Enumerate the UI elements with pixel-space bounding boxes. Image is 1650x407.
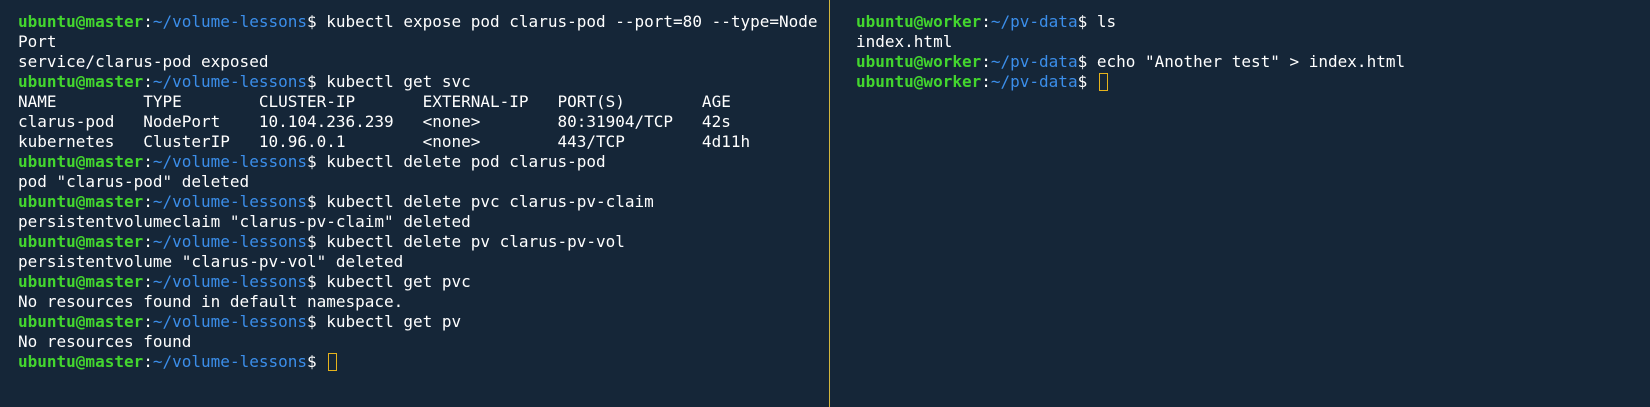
command-text: kubectl get pvc: [326, 272, 471, 291]
command-text: kubectl delete pvc clarus-pv-claim: [326, 192, 654, 211]
command-text: kubectl get svc: [326, 72, 471, 91]
prompt-symbol: $: [307, 152, 327, 171]
output-line: NAME TYPE CLUSTER-IP EXTERNAL-IP PORT(S)…: [18, 92, 731, 111]
prompt-user-host: ubuntu@master: [18, 12, 144, 31]
output-line: clarus-pod NodePort 10.104.236.239 <none…: [18, 112, 731, 131]
prompt-line: ubuntu@master:~/volume-lessons$ kubectl …: [18, 152, 824, 172]
output-line: Port: [18, 32, 57, 51]
prompt-symbol: $: [307, 272, 327, 291]
prompt-symbol: $: [307, 352, 327, 371]
prompt-separator: :: [143, 232, 153, 251]
command-text: ls: [1096, 12, 1117, 31]
prompt-line: ubuntu@master:~/volume-lessons$ kubectl …: [18, 272, 824, 292]
output-line: service/clarus-pod exposed: [18, 52, 269, 71]
prompt-separator: :: [143, 272, 153, 291]
prompt-separator: :: [143, 12, 153, 31]
prompt-line: ubuntu@master:~/volume-lessons$: [18, 352, 824, 372]
prompt-path: ~/volume-lessons: [152, 12, 307, 31]
prompt-path: ~/pv-data: [990, 52, 1078, 71]
prompt-symbol: $: [1077, 72, 1097, 91]
prompt-user-host: ubuntu@master: [18, 72, 144, 91]
prompt-symbol: $: [307, 232, 327, 251]
command-text: kubectl delete pv clarus-pv-vol: [326, 232, 625, 251]
terminal-pane-worker[interactable]: ubuntu@worker:~/pv-data$ ls index.html ubu…: [856, 12, 1636, 407]
prompt-path: ~/volume-lessons: [152, 232, 307, 251]
prompt-separator: :: [143, 72, 153, 91]
prompt-user-host: ubuntu@worker: [856, 72, 982, 91]
prompt-symbol: $: [307, 12, 327, 31]
prompt-line: ubuntu@master:~/volume-lessons$ kubectl …: [18, 12, 824, 32]
text-cursor[interactable]: [328, 353, 338, 371]
command-text: kubectl get pv: [326, 312, 462, 331]
prompt-line: ubuntu@master:~/volume-lessons$ kubectl …: [18, 192, 824, 212]
prompt-user-host: ubuntu@master: [18, 312, 144, 331]
output-line: No resources found in default namespace.: [18, 292, 404, 311]
command-text: kubectl delete pod clarus-pod: [326, 152, 606, 171]
prompt-path: ~/volume-lessons: [152, 192, 307, 211]
prompt-line: ubuntu@worker:~/pv-data$: [856, 72, 1636, 92]
prompt-user-host: ubuntu@master: [18, 152, 144, 171]
prompt-user-host: ubuntu@master: [18, 272, 144, 291]
prompt-path: ~/volume-lessons: [152, 72, 307, 91]
terminal-pane-master[interactable]: ubuntu@master:~/volume-lessons$ kubectl …: [18, 12, 824, 407]
prompt-user-host: ubuntu@worker: [856, 12, 982, 31]
output-line: kubernetes ClusterIP 10.96.0.1 <none> 44…: [18, 132, 751, 151]
prompt-user-host: ubuntu@master: [18, 232, 144, 251]
terminal-window[interactable]: ubuntu@master:~/volume-lessons$ kubectl …: [0, 0, 1650, 407]
prompt-symbol: $: [307, 72, 327, 91]
prompt-separator: :: [981, 12, 991, 31]
prompt-symbol: $: [1077, 12, 1097, 31]
prompt-line: ubuntu@master:~/volume-lessons$ kubectl …: [18, 312, 824, 332]
prompt-separator: :: [143, 192, 153, 211]
prompt-path: ~/pv-data: [990, 12, 1078, 31]
prompt-path: ~/volume-lessons: [152, 272, 307, 291]
prompt-separator: :: [981, 52, 991, 71]
prompt-path: ~/volume-lessons: [152, 312, 307, 331]
prompt-symbol: $: [307, 312, 327, 331]
prompt-user-host: ubuntu@master: [18, 192, 144, 211]
prompt-line: ubuntu@master:~/volume-lessons$ kubectl …: [18, 72, 824, 92]
output-line: pod "clarus-pod" deleted: [18, 172, 250, 191]
prompt-line: ubuntu@worker:~/pv-data$ ls: [856, 12, 1636, 32]
command-text: echo "Another test" > index.html: [1096, 52, 1406, 71]
output-line: persistentvolumeclaim "clarus-pv-claim" …: [18, 212, 471, 231]
prompt-separator: :: [981, 72, 991, 91]
prompt-line: ubuntu@worker:~/pv-data$ echo "Another t…: [856, 52, 1636, 72]
pane-divider[interactable]: [829, 0, 830, 407]
prompt-separator: :: [143, 352, 153, 371]
output-line: index.html: [856, 32, 953, 51]
prompt-user-host: ubuntu@worker: [856, 52, 982, 71]
prompt-user-host: ubuntu@master: [18, 352, 144, 371]
text-cursor[interactable]: [1098, 73, 1108, 91]
prompt-path: ~/pv-data: [990, 72, 1078, 91]
prompt-line: ubuntu@master:~/volume-lessons$ kubectl …: [18, 232, 824, 252]
prompt-separator: :: [143, 312, 153, 331]
prompt-symbol: $: [307, 192, 327, 211]
prompt-path: ~/volume-lessons: [152, 152, 307, 171]
prompt-path: ~/volume-lessons: [152, 352, 307, 371]
output-line: persistentvolume "clarus-pv-vol" deleted: [18, 252, 404, 271]
prompt-separator: :: [143, 152, 153, 171]
command-text: kubectl expose pod clarus-pod --port=80 …: [326, 12, 818, 31]
output-line: No resources found: [18, 332, 192, 351]
prompt-symbol: $: [1077, 52, 1097, 71]
